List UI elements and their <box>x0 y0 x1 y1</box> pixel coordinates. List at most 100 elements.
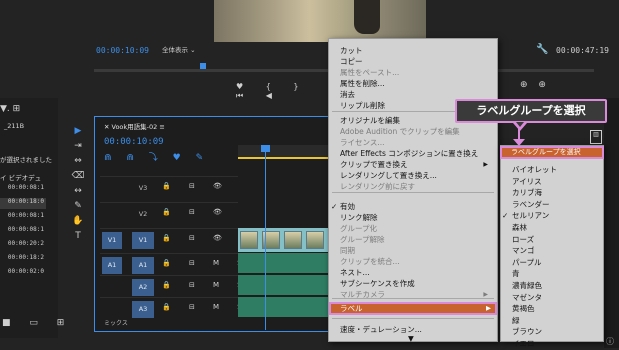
check-icon: ✓ <box>502 211 509 221</box>
label-color-item[interactable]: マゼンタ <box>512 292 602 304</box>
label-color-item[interactable]: アイリス <box>512 176 602 188</box>
menu-item[interactable]: クリップで置き換え ▶ <box>340 159 490 170</box>
source-patch[interactable]: V1 <box>102 232 122 249</box>
submenu-arrow-icon: ▶ <box>483 161 488 168</box>
track-a2[interactable]: A2 🔒 ⊟ M S 🎤 <box>100 275 269 297</box>
label-color-item[interactable]: 黄褐色 <box>512 303 602 315</box>
project-list-row[interactable]: 00:00:08:1 <box>0 226 46 237</box>
info-icon[interactable]: ⓘ <box>606 336 614 347</box>
pen-tool-icon[interactable]: ✎ <box>68 201 88 216</box>
menu-item[interactable]: サブシーケンスを作成 <box>340 278 490 289</box>
label-color-item[interactable]: イエロー <box>512 338 602 350</box>
label-color-item[interactable]: 濃青緑色 <box>512 280 602 292</box>
transport-right-icons[interactable]: ⊕ ⊕ <box>520 80 550 90</box>
track-target[interactable]: A2 <box>132 279 154 296</box>
menu-item[interactable]: リンク解除 <box>340 212 490 223</box>
sequence-tab[interactable]: ✕ Vook用語集-02 ≡ <box>104 121 165 131</box>
selection-message: が選択されました <box>0 156 52 164</box>
menu-item[interactable]: ✓ 有効 <box>331 201 490 212</box>
ripple-edit-tool-icon[interactable]: ⇔ <box>68 156 88 171</box>
menu-item[interactable]: カット <box>340 45 490 56</box>
project-list-row[interactable]: 00:00:08:1 <box>0 212 46 223</box>
hand-tool-icon[interactable]: ✋ <box>68 216 88 231</box>
track-target[interactable]: A3 <box>132 301 154 318</box>
menu-item: クリップを統合... <box>340 256 490 267</box>
type-tool-icon[interactable]: T <box>68 231 88 246</box>
video-clip[interactable] <box>238 228 330 252</box>
sequence-timecode[interactable]: 00:00:10:09 <box>104 137 164 147</box>
track-v2[interactable]: V2 🔒 ⊟ 👁 <box>100 202 238 224</box>
source-patch[interactable]: A1 <box>102 257 122 274</box>
label-color-item[interactable]: パープル <box>512 257 602 269</box>
bin-name: _211B <box>4 122 25 130</box>
menu-separator <box>332 318 494 319</box>
menu-item[interactable]: ネスト... <box>340 267 490 278</box>
menu-item-label[interactable]: ラベル <box>340 303 363 314</box>
razor-tool-icon[interactable]: ⌫ <box>68 171 88 186</box>
label-color-text: 濃青緑色 <box>512 281 542 290</box>
label-color-item[interactable]: ✓ セルリアン <box>502 210 602 222</box>
label-color-item[interactable]: 青 <box>512 268 602 280</box>
track-a1[interactable]: A1 A1 🔒 ⊟ M S 🎤 <box>100 253 269 275</box>
menu-item[interactable]: After Effects コンポジションに置き換え <box>340 148 490 159</box>
track-select-tool-icon[interactable]: ⇥ <box>68 141 88 156</box>
track-target[interactable]: V3 <box>132 180 154 197</box>
label-color-text: イエロー <box>512 339 542 348</box>
label-color-item[interactable]: バイオレット <box>512 164 602 176</box>
work-area-bar[interactable] <box>238 157 334 159</box>
menu-item[interactable]: 属性を削除... <box>340 78 490 89</box>
project-list-row[interactable]: 00:00:02:0 <box>0 268 46 279</box>
menu-item[interactable]: コピー <box>340 56 490 67</box>
project-list-row[interactable]: 00:00:08:1 <box>0 184 46 195</box>
select-label-group-item[interactable]: ラベルグループを選択 <box>511 147 581 157</box>
track-controls[interactable]: 🔒 ⊟ 👁 <box>162 182 230 190</box>
timeline-playhead-line[interactable] <box>265 145 266 330</box>
audio-clip-a2[interactable] <box>238 275 330 295</box>
program-playhead-icon[interactable] <box>200 63 206 69</box>
label-color-text: ラベンダー <box>512 199 550 209</box>
track-controls[interactable]: 🔒 ⊟ 👁 <box>162 234 230 242</box>
project-list-row[interactable]: 00:00:18:2 <box>0 254 46 265</box>
menu-item-text: レンダリング前に戻す <box>340 182 415 191</box>
fit-select[interactable]: 全体表示 ⌄ <box>158 44 210 56</box>
label-color-item[interactable]: 森林 <box>512 222 602 234</box>
menu-item: Adobe Audition でクリップを編集 <box>340 126 490 137</box>
transport-controls[interactable]: ♥ { } ⏮ ◀ <box>236 82 326 100</box>
label-color-text: マゼンタ <box>512 292 542 302</box>
project-list-row[interactable]: 00:00:20:2 <box>0 240 46 251</box>
program-video-frame <box>214 0 426 42</box>
label-color-item[interactable]: 緑 <box>512 315 602 327</box>
column-header: イ ビデオデュ <box>0 174 42 182</box>
selection-tool-icon[interactable]: ▶ <box>68 126 88 141</box>
menu-item[interactable]: レンダリングして置き換え... <box>340 170 490 181</box>
menu-item-text: コピー <box>340 57 363 66</box>
track-target[interactable]: A1 <box>132 257 154 274</box>
label-color-text: セルリアン <box>512 211 550 221</box>
label-color-item[interactable]: ブラウン <box>512 326 602 338</box>
track-v1[interactable]: V1 V1 🔒 ⊟ 👁 <box>100 228 238 250</box>
label-color-item[interactable]: ラベンダー <box>512 199 602 211</box>
track-a3[interactable]: A3 🔒 ⊟ M S 🎤 <box>100 297 269 319</box>
label-color-text: ローズ <box>512 234 535 244</box>
audio-clip-a3[interactable] <box>238 297 330 317</box>
label-color-item[interactable]: マンゴ <box>512 245 602 257</box>
label-color-item[interactable]: カリブ海 <box>512 187 602 199</box>
filter-icons[interactable]: ▼. ⊞ <box>0 104 20 114</box>
slip-tool-icon[interactable]: ↔ <box>68 186 88 201</box>
menu-item: レンダリング前に戻す <box>340 181 490 192</box>
label-color-item[interactable]: ローズ <box>512 234 602 246</box>
track-controls[interactable]: 🔒 ⊟ 👁 <box>162 208 230 216</box>
wrench-icon[interactable]: 🔧 <box>536 44 548 55</box>
program-timecode[interactable]: 00:00:10:09 <box>96 46 149 55</box>
panel-menu-icon[interactable]: ▥ <box>590 130 602 144</box>
project-list-row[interactable]: 00:00:18:0 <box>0 198 46 209</box>
track-target[interactable]: V2 <box>132 206 154 223</box>
menu-item-text: オリジナルを編集 <box>340 116 400 125</box>
project-bottom-icons[interactable]: ■ ▭ ⊞ <box>2 318 72 328</box>
track-v3[interactable]: V3 🔒 ⊟ 👁 <box>100 176 238 198</box>
menu-item-text: クリップを統合... <box>340 257 400 266</box>
audio-clip-a1[interactable] <box>238 253 330 273</box>
timeline-tool-icons[interactable]: ⋒ ⋒ ⤵ ♥ ✎ <box>104 150 209 163</box>
menu-item-text: グループ解除 <box>340 235 385 244</box>
track-target[interactable]: V1 <box>132 232 154 249</box>
